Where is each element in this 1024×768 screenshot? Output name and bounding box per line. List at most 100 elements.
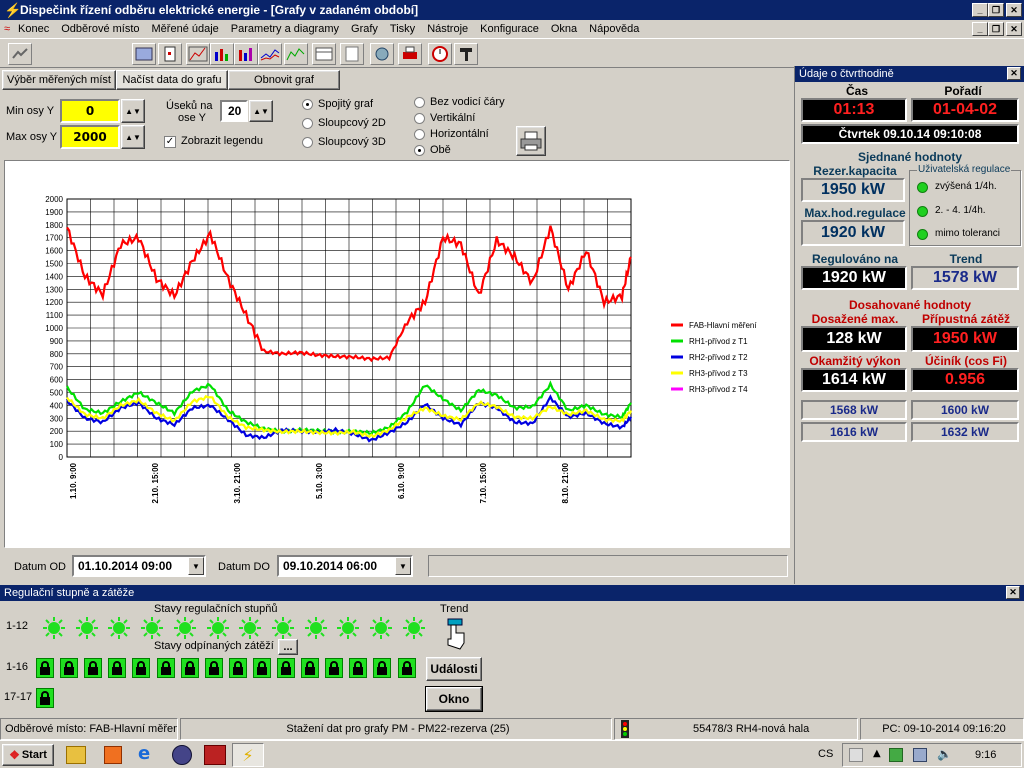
min-axis-input[interactable]: 0	[60, 99, 120, 123]
tool-clock-icon[interactable]	[428, 43, 452, 65]
time-value: 01:13	[801, 98, 907, 122]
regulation-panel-close-button[interactable]: ✕	[1006, 586, 1020, 599]
tool-chart-icon[interactable]	[186, 43, 210, 65]
tool-bar-chart2-icon[interactable]	[234, 43, 258, 65]
chevron-down-icon[interactable]: ▼	[188, 557, 204, 575]
legend-checkbox[interactable]: ✓	[164, 136, 176, 148]
menu-merene-udaje[interactable]: Měřené údaje	[146, 23, 225, 35]
windows-logo-icon: ❖	[9, 748, 20, 762]
quarter-panel-title: Údaje o čtvrthodině	[799, 68, 894, 80]
tab-load-data[interactable]: Načíst data do grafu	[116, 70, 228, 90]
chevron-down-icon[interactable]: ▼	[395, 557, 411, 575]
mdi-minimize-button[interactable]: _	[972, 22, 988, 36]
tool-scatter-icon[interactable]	[284, 43, 308, 65]
load-lock-icon[interactable]	[132, 658, 151, 678]
load-lock-icon[interactable]	[84, 658, 103, 678]
restore-button[interactable]: ❐	[988, 3, 1004, 17]
load-lock-icon[interactable]	[204, 658, 223, 678]
quicklaunch-media-icon[interactable]	[104, 746, 122, 764]
menu-okna[interactable]: Okna	[545, 23, 583, 35]
load-lock-icon[interactable]	[36, 658, 54, 678]
events-button[interactable]: Události	[426, 657, 482, 681]
load-lock-icon[interactable]	[108, 658, 127, 678]
more-button[interactable]: ...	[278, 639, 298, 655]
radio-continuous[interactable]	[302, 99, 313, 110]
y-tick-label: 800	[50, 350, 64, 359]
quicklaunch-folder-icon[interactable]	[66, 746, 86, 764]
menu-konec[interactable]: Konec	[12, 23, 55, 35]
tool-table-icon[interactable]	[312, 43, 336, 65]
y-tick-label: 300	[50, 414, 64, 423]
radio-both[interactable]	[414, 145, 425, 156]
menu-nastroje[interactable]: Nástroje	[421, 23, 474, 35]
menu-odberove-misto[interactable]: Odběrové místo	[55, 23, 145, 35]
tab-refresh-graph[interactable]: Obnovit graf	[228, 70, 340, 90]
x-tick-label: 2.10. 15:00	[151, 462, 160, 503]
radio-bar3d[interactable]	[302, 137, 313, 148]
tool-door-icon[interactable]	[158, 43, 182, 65]
load-lock-icon[interactable]	[60, 658, 79, 678]
menu-napoveda[interactable]: Nápověda	[583, 23, 645, 35]
sections-input[interactable]: 20	[220, 100, 248, 122]
quarter-panel-close-button[interactable]: ✕	[1007, 67, 1021, 80]
load-lock-icon[interactable]	[252, 658, 271, 678]
print-button[interactable]	[516, 126, 546, 156]
load-lock-icon[interactable]	[36, 688, 54, 708]
tool-exit-icon[interactable]	[8, 43, 32, 65]
mdi-close-button[interactable]: ✕	[1006, 22, 1022, 36]
date-from-select[interactable]: 01.10.2014 09:00 ▼	[72, 555, 206, 577]
y-tick-label: 1800	[45, 221, 63, 230]
tool-hammer-icon[interactable]	[454, 43, 478, 65]
radio-bar2d[interactable]	[302, 118, 313, 129]
load-lock-icon[interactable]	[277, 658, 295, 678]
start-button[interactable]: ❖ Start	[2, 744, 54, 766]
quicklaunch-ie-icon[interactable]: e	[138, 745, 158, 765]
sections-spinner[interactable]: ▲▼	[249, 100, 273, 122]
tool-doc-icon[interactable]	[340, 43, 364, 65]
load-lock-icon[interactable]	[373, 658, 392, 678]
load-lock-icon[interactable]	[301, 658, 320, 678]
tool-bar-chart-icon[interactable]	[210, 43, 234, 65]
tray-app-icon[interactable]	[889, 748, 903, 762]
close-button[interactable]: ✕	[1006, 3, 1022, 17]
radio-no-guides[interactable]	[414, 97, 425, 108]
window-title: Dispečink řízení odběru elektrické energ…	[20, 3, 419, 17]
legend-label: FAB-Hlavní měření	[689, 321, 757, 330]
task-active-app-button[interactable]: ⚡	[232, 743, 264, 767]
load-lock-icon[interactable]	[156, 658, 175, 678]
tool-settings-icon[interactable]	[370, 43, 394, 65]
tray-volume-icon[interactable]: 🔈	[937, 747, 952, 761]
load-lock-icon[interactable]	[325, 658, 344, 678]
mdi-restore-button[interactable]: ❐	[988, 22, 1004, 36]
load-lock-icon[interactable]	[349, 658, 368, 678]
menu-tisky[interactable]: Tisky	[384, 23, 421, 35]
radio-vertical[interactable]	[414, 113, 425, 124]
tab-select-places[interactable]: Výběr měřených míst	[2, 70, 116, 90]
menu-grafy[interactable]: Grafy	[345, 23, 384, 35]
date-to-select[interactable]: 09.10.2014 06:00 ▼	[277, 555, 413, 577]
minimize-button[interactable]: _	[972, 3, 988, 17]
load-lock-icon[interactable]	[397, 658, 416, 678]
date-from-value: 01.10.2014 09:00	[78, 559, 173, 573]
tool-line-chart-icon[interactable]	[258, 43, 282, 65]
max-axis-spinner[interactable]: ▲▼	[121, 125, 145, 149]
quicklaunch-globe-icon[interactable]	[172, 745, 192, 765]
y-tick-label: 1700	[45, 234, 63, 243]
max-axis-input[interactable]: 2000	[60, 125, 120, 149]
load-lock-icon[interactable]	[228, 658, 247, 678]
load-lock-icon[interactable]	[180, 658, 199, 678]
menu-parametry[interactable]: Parametry a diagramy	[225, 23, 345, 35]
task-app-icon[interactable]	[204, 745, 226, 765]
x-tick-label: 6.10. 9:00	[397, 462, 406, 499]
tray-network-icon[interactable]	[913, 748, 927, 762]
tool-printer-icon[interactable]	[398, 43, 422, 65]
tray-expand-icon[interactable]: ▲	[873, 748, 881, 759]
radio-horizontal[interactable]	[414, 129, 425, 140]
tool-monitor-icon[interactable]	[132, 43, 156, 65]
tray-flag-icon[interactable]	[849, 748, 863, 762]
menu-konfigurace[interactable]: Konfigurace	[474, 23, 545, 35]
window-button[interactable]: Okno	[425, 686, 483, 712]
clock[interactable]: 9:16	[975, 749, 996, 761]
language-indicator[interactable]: CS	[818, 748, 833, 760]
min-axis-spinner[interactable]: ▲▼	[121, 99, 145, 123]
